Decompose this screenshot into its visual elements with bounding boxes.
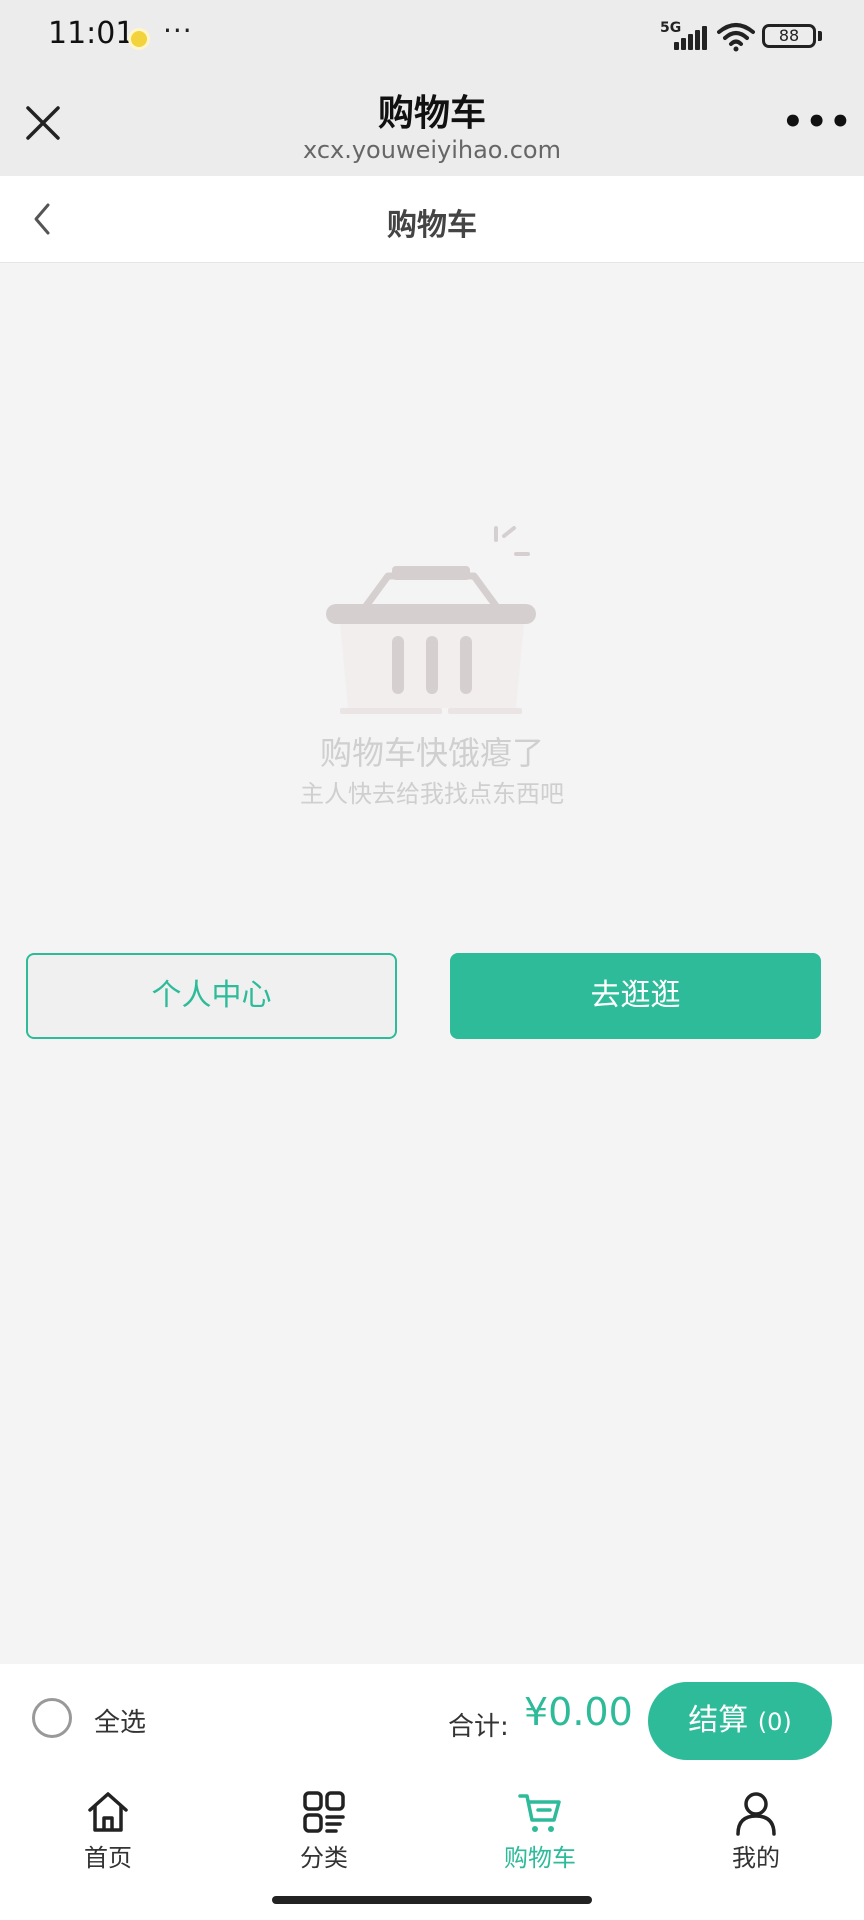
wifi-icon [717,23,755,52]
signal-icon [674,26,708,50]
checkout-button[interactable]: 结算 (0) [648,1682,832,1760]
app-header: 购物车 xcx.youweiyihao.com ••• [0,72,864,176]
tab-home[interactable]: 首页 [38,1788,178,1888]
tab-category[interactable]: 分类 [254,1788,394,1888]
tab-mine[interactable]: 我的 [686,1788,826,1888]
app-title: 购物车 [377,93,486,134]
select-all-checkbox[interactable] [32,1698,72,1738]
notification-icon [131,31,147,47]
empty-title: 购物车快饿瘪了 [319,734,544,772]
select-all-label[interactable]: 全选 [94,1702,146,1739]
total-amount: ¥0.00 [524,1690,633,1734]
user-icon [736,1792,776,1836]
page-nav: 购物车 [0,176,864,263]
cart-icon [518,1794,561,1832]
checkout-bar: 全选 合计: ¥0.00 结算 (0) [0,1664,864,1774]
tab-category-label: 分类 [300,1844,348,1872]
browse-button[interactable]: 去逛逛 [450,953,821,1039]
more-notifications-icon: ··· [163,14,193,47]
tab-cart[interactable]: 购物车 [470,1788,610,1888]
more-menu-icon[interactable]: ••• [782,105,853,139]
category-icon [303,1791,345,1833]
tab-home-label: 首页 [84,1844,132,1872]
battery-cap [818,31,822,41]
checkout-count: (0) [757,1708,792,1736]
tab-mine-label: 我的 [732,1844,780,1872]
empty-subtitle: 主人快去给我找点东西吧 [300,780,564,808]
status-time: 11:01 [48,16,135,51]
battery-icon: 88 [762,24,816,48]
total-label: 合计: [448,1712,509,1742]
home-indicator [272,1896,592,1904]
page-title: 购物车 [387,208,477,243]
app-domain: xcx.youweiyihao.com [303,136,561,164]
tab-cart-label: 购物车 [504,1844,576,1872]
checkout-button-label: 结算 [688,1703,749,1738]
home-icon [88,1792,128,1832]
status-bar: 11:01 ··· 5G 88 [0,0,864,72]
empty-basket-icon [326,526,536,714]
profile-center-button[interactable]: 个人中心 [26,953,397,1039]
